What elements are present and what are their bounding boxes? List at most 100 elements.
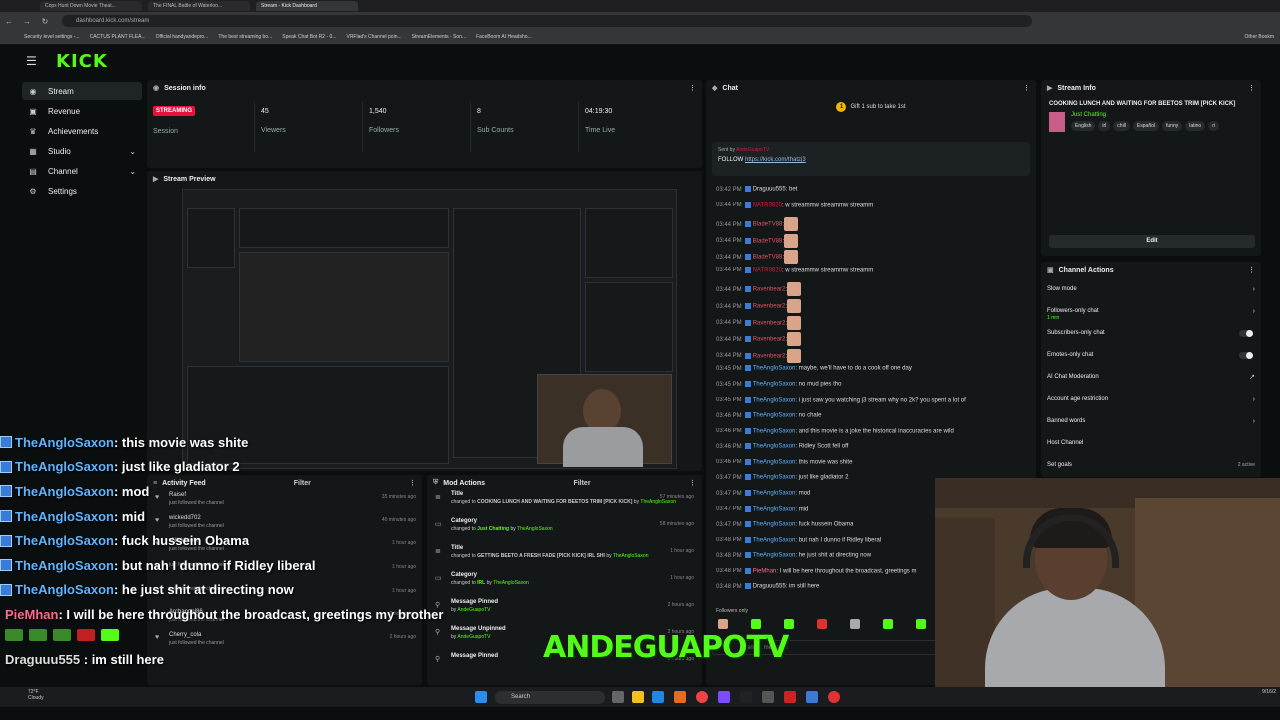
chat-message[interactable]: 03:46 PM TheAngloSaxon: and this movie is… (716, 427, 1028, 436)
chat-username[interactable]: TheAngloSaxon (753, 506, 796, 512)
toggle-switch[interactable] (1239, 351, 1253, 359)
weather-widget[interactable]: 72°F Cloudy (28, 689, 44, 701)
edge-icon[interactable] (652, 691, 664, 703)
action-banned-words[interactable]: Banned words › (1041, 410, 1261, 432)
chat-username[interactable]: TheAngloSaxon (753, 444, 796, 450)
chat-username[interactable]: TheAngloSaxon (753, 522, 796, 528)
chat-message[interactable]: 03:44 PMBladeTV88: (716, 217, 1028, 232)
chat-message[interactable]: 03:44 PMRavenbear2: (716, 348, 1028, 364)
tag[interactable]: English (1071, 121, 1096, 131)
tag[interactable]: chill (1113, 121, 1130, 131)
discord-icon[interactable] (718, 691, 730, 703)
action-ai-moderation[interactable]: AI Chat Moderation ↗ (1041, 366, 1261, 388)
stream-preview-video[interactable] (182, 189, 677, 469)
more-options-icon[interactable]: ⋮ (1248, 84, 1255, 92)
tag[interactable]: latino (1185, 121, 1206, 131)
chevron-down-icon[interactable]: ⌄ (129, 167, 136, 176)
chat-message[interactable]: 03:45 PM TheAngloSaxon: i just saw you wa… (716, 396, 1028, 405)
chat-username[interactable]: TheAngloSaxon (753, 413, 796, 419)
chat-message[interactable]: 03:44 PMRavenbear2: (716, 332, 1028, 347)
app-icon[interactable] (762, 691, 774, 703)
chat-username[interactable]: BladeTV88 (753, 255, 783, 261)
chat-message[interactable]: 03:44 PMRavenbear2: (716, 299, 1028, 314)
sidebar-item-achievements[interactable]: ♛ Achievements (22, 122, 142, 140)
chat-username[interactable]: Ravenbear2 (753, 304, 786, 310)
bookmark[interactable]: VRFlad's Channel poin... (346, 34, 401, 40)
menu-icon[interactable]: ☰ (26, 54, 44, 68)
chat-username[interactable]: BladeTV88 (753, 222, 783, 228)
more-options-icon[interactable]: ⋮ (689, 479, 696, 487)
chat-username[interactable]: PieMhan (753, 568, 777, 574)
chat-message[interactable]: 03:45 PM TheAngloSaxon: no mud pies tho (716, 380, 1028, 389)
sidebar-item-stream[interactable]: ◉ Stream (22, 82, 142, 100)
task-view-icon[interactable] (612, 691, 624, 703)
more-options-icon[interactable]: ⋮ (689, 84, 696, 92)
emote-icon[interactable] (817, 619, 827, 629)
category-name[interactable]: Just Chatting (1071, 112, 1219, 118)
emote-icon[interactable] (718, 619, 728, 629)
tag[interactable]: ri (1208, 121, 1219, 131)
chat-message[interactable]: 03:46 PM TheAngloSaxon: Ridley Scott fell… (716, 443, 1028, 451)
action-subscribers-only[interactable]: Subscribers-only chat (1041, 322, 1261, 344)
action-followers-only[interactable]: Followers-only chat 1 min › (1041, 300, 1261, 322)
emote-icon[interactable] (751, 619, 761, 629)
file-explorer-icon[interactable] (632, 691, 644, 703)
action-slow-mode[interactable]: Slow mode › (1041, 278, 1261, 300)
pinned-message[interactable]: Sent by AndeGuapoTV FOLLOW https://kick.… (712, 142, 1030, 176)
bookmark[interactable]: CACTUS PLANT FLEA... (90, 34, 146, 40)
chat-username[interactable]: TheAngloSaxon (753, 382, 796, 388)
gift-sub-banner[interactable]: 1 Gift 1 sub to take 1st (706, 102, 1036, 112)
bookmark[interactable]: Security level settings -... (24, 34, 80, 40)
chat-username[interactable]: BladeTV88 (753, 238, 783, 244)
browser-tab[interactable]: The FINAL Battle of Waterloo... (148, 1, 250, 11)
back-icon[interactable]: ← (0, 17, 18, 26)
tag[interactable]: funny (1162, 121, 1183, 131)
chat-username[interactable]: TheAngloSaxon (753, 397, 796, 403)
windows-start-icon[interactable] (475, 691, 487, 703)
action-set-goals[interactable]: Set goals 2 active (1041, 454, 1261, 476)
chrome-icon[interactable] (696, 691, 708, 703)
more-options-icon[interactable]: ⋮ (1248, 266, 1255, 274)
chat-username[interactable]: Ravenbear2 (753, 353, 786, 359)
emote-icon[interactable] (850, 619, 860, 629)
chat-username[interactable]: NATR0820 (753, 202, 782, 208)
chat-username[interactable]: Ravenbear2 (753, 320, 786, 326)
more-options-icon[interactable]: ⋮ (1023, 84, 1030, 92)
chat-username[interactable]: Ravenbear2 (753, 337, 786, 343)
action-host-channel[interactable]: Host Channel (1041, 432, 1261, 454)
chat-message[interactable]: 03:46 PM TheAngloSaxon: this movie was sh… (716, 458, 1028, 467)
chat-message[interactable]: 03:45 PM TheAngloSaxon: maybe, we'll have… (716, 365, 1028, 373)
chat-message[interactable]: 03:44 PMRavenbear2: (716, 282, 1028, 297)
bookmark[interactable]: Speak Chat Bot R2 - 0... (282, 34, 336, 40)
tag[interactable]: irl (1098, 121, 1111, 131)
toggle-switch[interactable] (1239, 329, 1253, 337)
emote-icon[interactable] (784, 619, 794, 629)
chat-username[interactable]: TheAngloSaxon (753, 553, 796, 559)
action-emotes-only[interactable]: Emotes-only chat (1041, 344, 1261, 366)
chat-message[interactable]: 03:42 PM Draguuu555: bet (716, 186, 1028, 194)
app-icon[interactable] (806, 691, 818, 703)
edit-button[interactable]: Edit (1049, 235, 1255, 248)
chat-username[interactable]: TheAngloSaxon (753, 537, 796, 543)
bookmark[interactable]: Official handyandepro... (156, 34, 209, 40)
emote-icon[interactable] (883, 619, 893, 629)
tag[interactable]: Español (1132, 121, 1159, 131)
chat-message[interactable]: 03:44 PM NATR0820: w streammw streammw st… (716, 201, 1028, 210)
chat-message[interactable]: 03:46 PM TheAngloSaxon: no chale (716, 412, 1028, 420)
chevron-down-icon[interactable]: ⌄ (129, 147, 136, 156)
chat-username[interactable]: Ravenbear2 (753, 287, 786, 293)
other-bookmarks[interactable]: Other Bookm (1245, 34, 1274, 40)
chat-username[interactable]: Draguuu555 (753, 584, 786, 590)
chat-username[interactable]: TheAngloSaxon (753, 459, 796, 465)
reload-icon[interactable]: ↻ (36, 17, 54, 26)
chat-username[interactable]: TheAngloSaxon (753, 366, 796, 372)
obs-icon[interactable] (740, 691, 752, 703)
chat-username[interactable]: TheAngloSaxon (753, 491, 796, 497)
chat-username[interactable]: NATR0820 (753, 267, 782, 273)
chat-username[interactable]: Draguuu555 (753, 187, 786, 193)
sidebar-item-settings[interactable]: ⚙ Settings (22, 182, 142, 200)
url-field[interactable]: dashboard.kick.com/stream (62, 15, 1032, 27)
sidebar-item-studio[interactable]: ▦ Studio ⌄ (22, 142, 142, 160)
emote-icon[interactable] (916, 619, 926, 629)
taskbar-search[interactable]: Search (495, 691, 605, 704)
